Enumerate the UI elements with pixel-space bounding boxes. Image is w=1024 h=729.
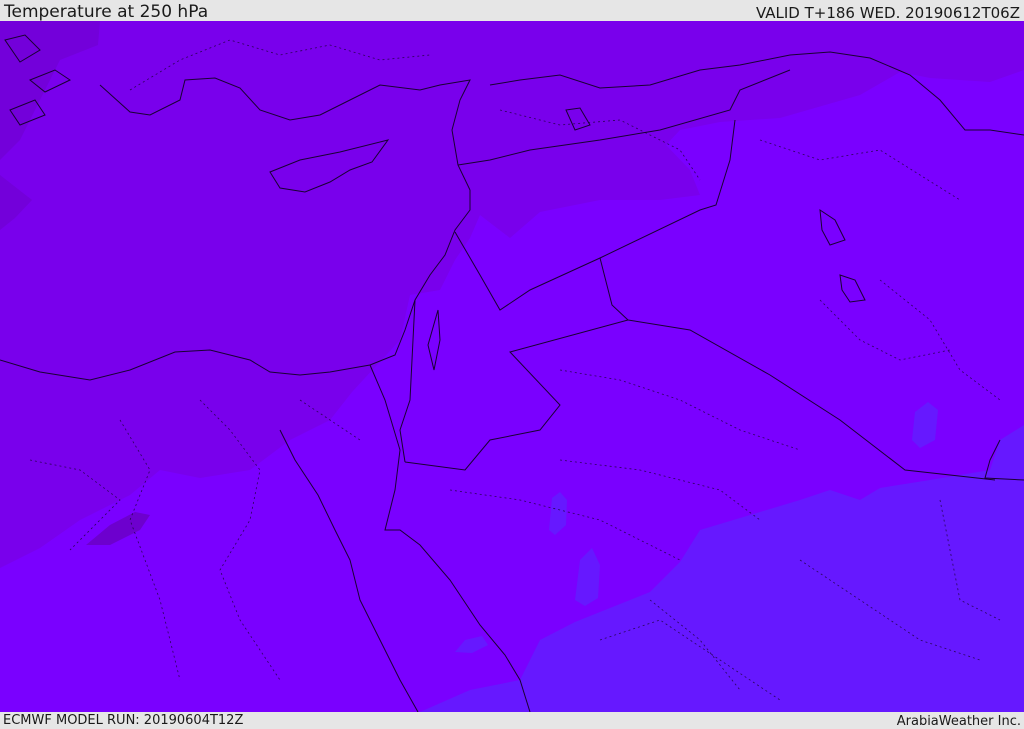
- weather-map[interactable]: [0, 21, 1024, 712]
- map-frame[interactable]: [0, 21, 1024, 712]
- valid-time: VALID T+186 WED. 20190612T06Z: [755, 4, 1020, 22]
- header-bar: Temperature at 250 hPa VALID T+186 WED. …: [0, 0, 1024, 22]
- footer-bar: ECMWF MODEL RUN: 20190604T12Z ArabiaWeat…: [0, 712, 1024, 729]
- model-run-label: ECMWF MODEL RUN: 20190604T12Z: [3, 713, 244, 728]
- credit-label: ArabiaWeather Inc.: [896, 714, 1021, 729]
- map-title: Temperature at 250 hPa: [4, 2, 209, 22]
